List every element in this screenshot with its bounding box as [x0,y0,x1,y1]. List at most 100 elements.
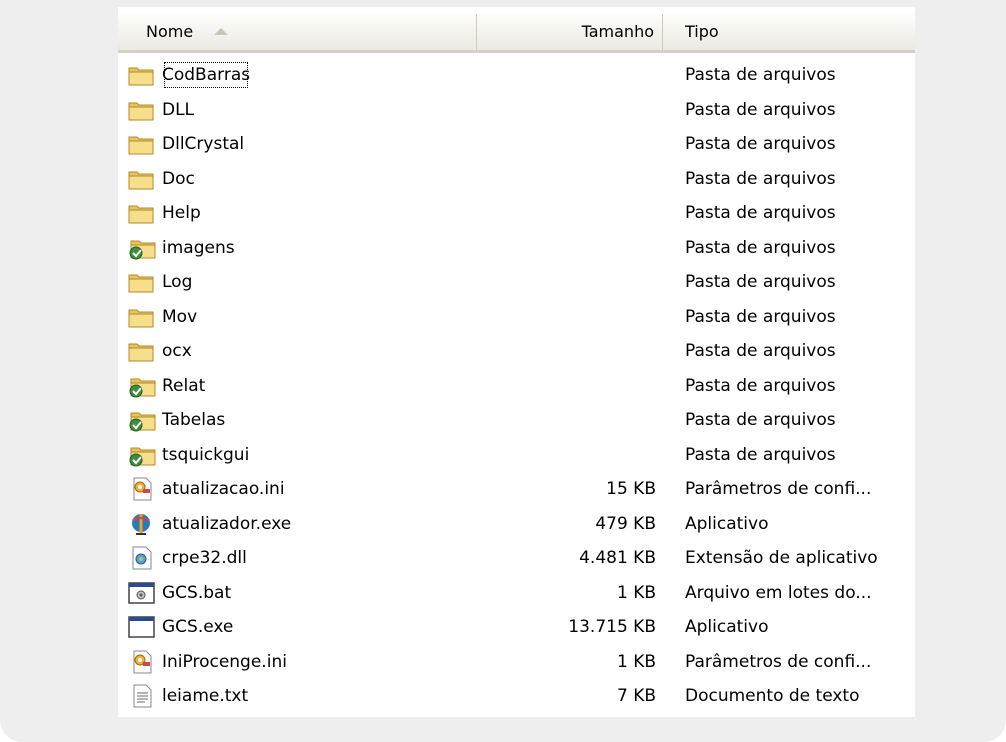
file-type: Extensão de aplicativo [685,548,878,568]
file-size [476,93,656,127]
file-type: Aplicativo [685,617,769,637]
column-header-type[interactable]: Tipo [663,14,915,50]
file-row[interactable]: CodBarras Pasta de arquivos [118,58,915,92]
folder-icon [128,63,156,87]
file-name[interactable]: GCS.bat [160,576,233,610]
file-type: Pasta de arquivos [685,341,836,361]
file-row[interactable]: IniProcenge.ini 1 KB Parâmetros de confi..… [118,645,915,679]
file-name[interactable]: leiame.txt [160,679,250,713]
file-type: Pasta de arquivos [685,65,836,85]
window-exe-icon [128,615,156,639]
file-name[interactable]: Mov [160,300,199,334]
file-size [476,334,656,368]
sort-ascending-icon [214,28,228,35]
shared-folder-icon [128,408,156,432]
folder-icon [128,270,156,294]
file-row[interactable]: GCS.bat 1 KB Arquivo em lotes do... [118,576,915,610]
file-row[interactable]: Doc Pasta de arquivos [118,162,915,196]
column-header-size-label: Tamanho [581,22,654,41]
text-file-icon [128,684,156,708]
file-row[interactable]: GCS.exe 13.715 KB Aplicativo [118,610,915,644]
file-name[interactable]: Doc [160,162,197,196]
file-size [476,265,656,299]
file-size: 15 KB [606,479,656,499]
file-size [476,438,656,472]
file-name[interactable]: atualizacao.ini [160,472,287,506]
file-name[interactable]: Help [160,196,203,230]
file-row[interactable]: atualizador.exe 479 KB Aplicativo [118,507,915,541]
file-row[interactable]: DllCrystal Pasta de arquivos [118,127,915,161]
folder-icon [128,132,156,156]
file-name[interactable]: Log [160,265,194,299]
file-type: Parâmetros de confi... [685,651,872,672]
file-type: Aplicativo [685,513,769,534]
file-size [476,196,656,230]
ini-file-icon [128,650,156,674]
file-type: Pasta de arquivos [685,375,836,396]
file-name[interactable]: tsquickgui [160,438,251,472]
file-size: 4.481 KB [579,548,656,568]
file-row[interactable]: leiame.txt 7 KB Documento de texto [118,679,915,713]
file-name[interactable]: imagens [160,231,237,265]
column-header-type-label: Tipo [685,22,719,41]
file-row[interactable]: DLL Pasta de arquivos [118,93,915,127]
app-exe-icon [128,512,156,536]
file-name[interactable]: qgadapter.dll [160,714,276,718]
file-row[interactable]: Help Pasta de arquivos [118,196,915,230]
column-header-name-label: Nome [146,22,194,41]
folder-icon [128,201,156,225]
file-type: Pasta de arquivos [685,134,836,154]
window-background: Nome Tamanho Tipo CodBarras Pasta de arqu… [0,0,1006,742]
file-name[interactable]: crpe32.dll [160,541,249,575]
file-type: Pasta de arquivos [685,410,836,430]
file-size: 1 KB [616,651,656,672]
file-type: Pasta de arquivos [685,444,836,465]
file-name[interactable]: IniProcenge.ini [160,645,289,679]
file-name[interactable]: Tabelas [160,403,227,437]
file-type: Pasta de arquivos [685,99,836,120]
file-name[interactable]: atualizador.exe [160,507,293,541]
file-name[interactable]: DllCrystal [160,127,246,161]
column-header-name[interactable]: Nome [118,14,477,50]
file-row[interactable]: imagens Pasta de arquivos [118,231,915,265]
file-row[interactable]: tsquickgui Pasta de arquivos [118,438,915,472]
file-row[interactable]: atualizacao.ini 15 KB Parâmetros de confi.… [118,472,915,506]
column-header-bar: Nome Tamanho Tipo [118,14,915,53]
file-name[interactable]: Relat [160,369,207,403]
file-size: 44 KB [476,714,656,718]
file-size: 13.715 KB [568,617,656,637]
batch-file-icon [128,581,156,605]
file-name[interactable]: GCS.exe [160,610,235,644]
file-type: Parâmetros de confi... [685,479,872,499]
file-size [476,369,656,403]
file-row[interactable]: Log Pasta de arquivos [118,265,915,299]
folder-icon [128,305,156,329]
file-size: 479 KB [595,513,656,534]
file-row[interactable]: qgadapter.dll 44 KB Extensão de aplicativo [118,714,915,718]
file-list-view[interactable]: Nome Tamanho Tipo CodBarras Pasta de arqu… [118,7,915,717]
folder-icon [128,98,156,122]
file-size [476,162,656,196]
dll-file-icon [128,546,156,570]
file-row[interactable]: Tabelas Pasta de arquivos [118,403,915,437]
folder-icon [128,339,156,363]
file-type: Pasta de arquivos [685,203,836,223]
column-header-size[interactable]: Tamanho [476,14,663,50]
file-row[interactable]: ocx Pasta de arquivos [118,334,915,368]
file-size: 7 KB [616,686,656,706]
file-name[interactable]: DLL [160,93,196,127]
file-size [476,58,656,92]
ini-file-icon [128,477,156,501]
file-row[interactable]: crpe32.dll 4.481 KB Extensão de aplicativo [118,541,915,575]
file-type: Extensão de aplicativo [685,714,915,718]
file-type: Arquivo em lotes do... [685,582,872,603]
file-size [476,127,656,161]
folder-icon [128,167,156,191]
file-name[interactable]: ocx [160,334,194,368]
file-size [476,300,656,334]
file-row[interactable]: Relat Pasta de arquivos [118,369,915,403]
file-row[interactable]: Mov Pasta de arquivos [118,300,915,334]
file-name[interactable]: CodBarras [160,58,252,92]
file-size [476,403,656,437]
file-type: Pasta de arquivos [685,168,836,189]
